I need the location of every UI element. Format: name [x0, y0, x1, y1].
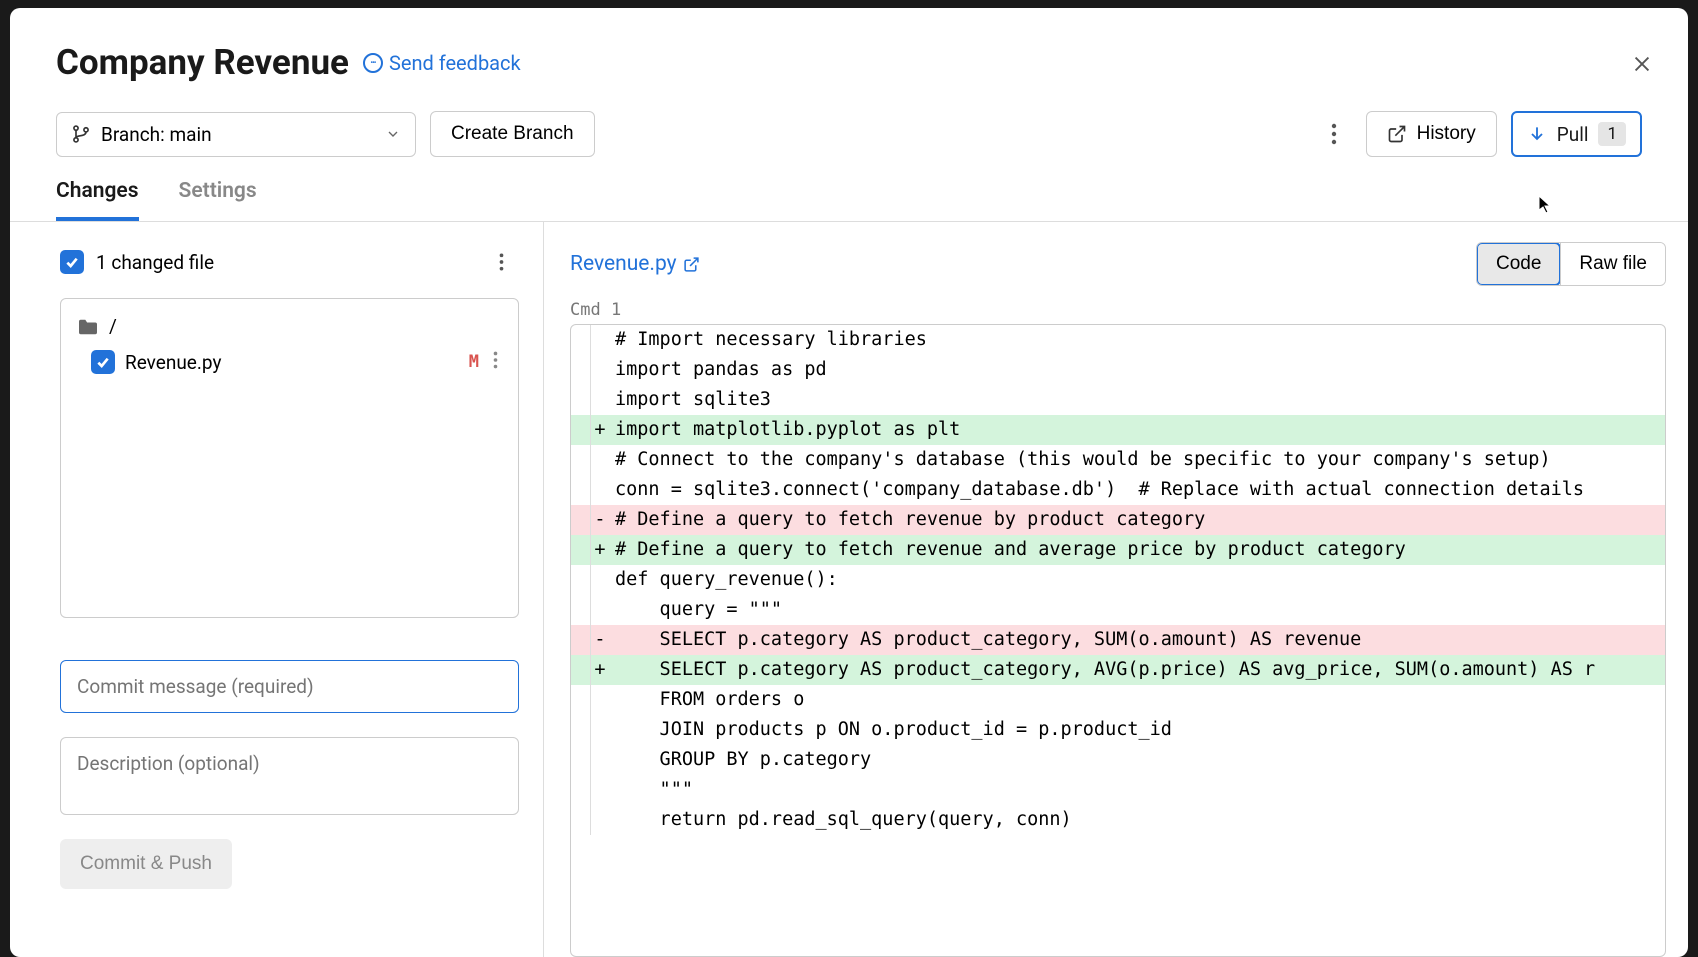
changed-files-header: 1 changed file	[60, 244, 519, 280]
diff-line: GROUP BY p.category	[571, 745, 1665, 775]
kebab-icon	[1331, 123, 1337, 145]
diff-line: - SELECT p.category AS product_category,…	[571, 625, 1665, 655]
cell-label: Cmd 1	[570, 300, 1666, 320]
view-toggle: Code Raw file	[1476, 242, 1666, 286]
modified-badge: M	[469, 352, 479, 372]
branch-selector[interactable]: Branch: main	[56, 112, 416, 157]
file-checkbox[interactable]	[91, 350, 115, 374]
diff-line: JOIN products p ON o.product_id = p.prod…	[571, 715, 1665, 745]
diff-line: # Import necessary libraries	[571, 325, 1665, 355]
page-title: Company Revenue	[56, 42, 349, 83]
create-branch-button[interactable]: Create Branch	[430, 111, 595, 157]
kebab-icon	[493, 351, 498, 369]
diff-line: conn = sqlite3.connect('company_database…	[571, 475, 1665, 505]
toolbar: Branch: main Create Branch History	[10, 111, 1688, 175]
tab-changes[interactable]: Changes	[56, 175, 139, 221]
diff-line: + SELECT p.category AS product_category,…	[571, 655, 1665, 685]
chevron-down-icon	[385, 126, 401, 142]
mouse-cursor	[1538, 195, 1554, 219]
diff-line: -# Define a query to fetch revenue by pr…	[571, 505, 1665, 535]
download-arrow-icon	[1527, 124, 1547, 144]
modal-header: Company Revenue ••• Send feedback	[10, 8, 1688, 111]
close-button[interactable]	[1626, 48, 1658, 80]
external-link-icon	[683, 256, 700, 273]
file-more-button[interactable]	[489, 351, 502, 374]
tab-settings[interactable]: Settings	[179, 175, 257, 221]
check-icon	[64, 254, 80, 270]
sidebar-more-button[interactable]	[483, 244, 519, 280]
check-icon	[95, 354, 111, 370]
modal-dialog: Company Revenue ••• Send feedback Branch…	[10, 8, 1688, 957]
file-tree: / Revenue.py M	[60, 298, 519, 618]
select-all-checkbox[interactable]	[60, 250, 84, 274]
tree-file-row[interactable]: Revenue.py M	[73, 344, 506, 380]
view-code-button[interactable]: Code	[1476, 242, 1561, 286]
pull-count-badge: 1	[1598, 122, 1626, 146]
diff-line: FROM orders o	[571, 685, 1665, 715]
diff-line: +# Define a query to fetch revenue and a…	[571, 535, 1665, 565]
cursor-icon	[1538, 195, 1554, 215]
file-link[interactable]: Revenue.py	[570, 252, 700, 276]
tree-root[interactable]: /	[73, 309, 506, 344]
diff-viewer: Revenue.py Code Raw file Cmd 1 # Import …	[544, 222, 1688, 957]
feedback-label: Send feedback	[389, 51, 521, 75]
send-feedback-link[interactable]: ••• Send feedback	[363, 51, 521, 75]
content-body: 1 changed file /	[10, 222, 1688, 957]
external-link-icon	[1387, 124, 1407, 144]
diff-line: import sqlite3	[571, 385, 1665, 415]
pull-button[interactable]: Pull 1	[1511, 111, 1642, 157]
diff-content[interactable]: # Import necessary librariesimport panda…	[570, 324, 1666, 957]
history-button[interactable]: History	[1366, 111, 1497, 157]
file-header: Revenue.py Code Raw file	[570, 242, 1666, 286]
git-branch-icon	[71, 124, 91, 144]
diff-line: query = """	[571, 595, 1665, 625]
sidebar: 1 changed file /	[10, 222, 544, 957]
diff-line: """	[571, 775, 1665, 805]
view-raw-button[interactable]: Raw file	[1560, 243, 1665, 285]
diff-line: # Connect to the company's database (thi…	[571, 445, 1665, 475]
commit-description-input[interactable]	[60, 737, 519, 815]
commit-panel: Commit & Push	[60, 660, 519, 889]
diff-line: +import matplotlib.pyplot as plt	[571, 415, 1665, 445]
tab-bar: Changes Settings	[10, 175, 1688, 222]
folder-icon	[77, 318, 99, 336]
diff-line: import pandas as pd	[571, 355, 1665, 385]
commit-message-input[interactable]	[60, 660, 519, 713]
more-options-button[interactable]	[1316, 116, 1352, 152]
changed-files-label: 1 changed file	[96, 251, 471, 274]
close-icon	[1631, 53, 1653, 75]
branch-label: Branch: main	[101, 123, 212, 146]
diff-line: return pd.read_sql_query(query, conn)	[571, 805, 1665, 835]
commit-push-button[interactable]: Commit & Push	[60, 839, 232, 889]
kebab-icon	[499, 252, 504, 272]
file-name: Revenue.py	[125, 351, 221, 374]
diff-line: def query_revenue():	[571, 565, 1665, 595]
chat-icon: •••	[363, 53, 383, 73]
